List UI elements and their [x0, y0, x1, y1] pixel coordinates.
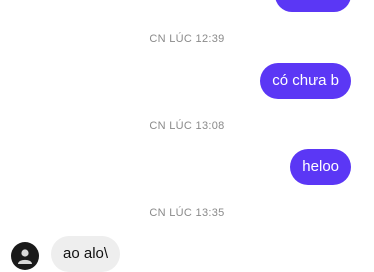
message-text: có chưa b: [272, 72, 339, 89]
message-bubble-outgoing[interactable]: heloo: [290, 149, 351, 185]
message-text: heloo: [302, 158, 339, 175]
contact-avatar[interactable]: [11, 242, 39, 270]
message-text: ao alo\: [63, 245, 109, 262]
message-bubble-outgoing[interactable]: [275, 0, 351, 12]
message-bubble-incoming[interactable]: ao alo\: [51, 236, 121, 272]
message-timestamp: CN LÚC 13:08: [149, 120, 225, 132]
message-timestamp: CN LÚC 13:35: [149, 207, 225, 219]
message-timestamp: CN LÚC 12:39: [149, 33, 225, 45]
message-bubble-outgoing[interactable]: có chưa b: [260, 63, 351, 99]
avatar-icon: [18, 249, 32, 264]
